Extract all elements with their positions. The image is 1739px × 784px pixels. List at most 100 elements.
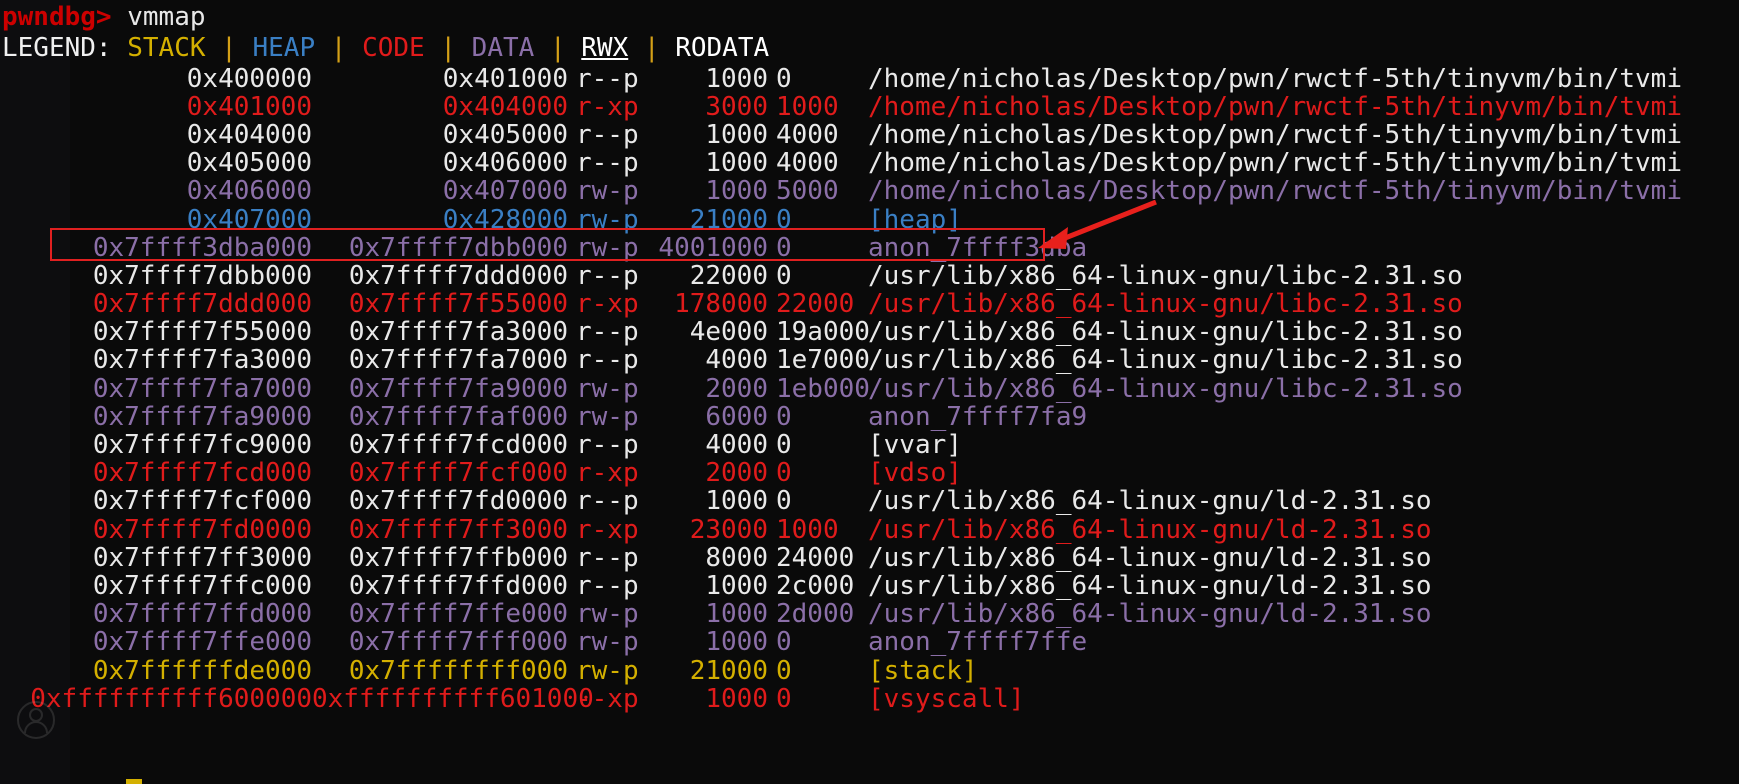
vmmap-cell-end: 0x7ffff7ffe000 [348,599,568,630]
vmmap-cell-offset: 0 [776,430,792,461]
vmmap-cell-end: 0x7ffff7fcd000 [348,430,568,461]
legend-separator-4: | [643,33,660,64]
vmmap-row: 0x7ffff7dbb000 0x7ffff7ddd000 r--p 22000 0/u… [0,262,1739,290]
vmmap-cell-size: 4e000 [689,317,768,348]
vmmap-cell-objfile: [vdso] [868,458,962,489]
vmmap-cell-objfile: /usr/lib/x86_64-linux-gnu/libc-2.31.so [868,289,1463,320]
vmmap-cell-permissions: r-xp [576,458,639,489]
vmmap-cell-start: 0x7ffff7dbb000 [92,260,312,291]
vmmap-cell-permissions: r-xp [576,289,639,320]
vmmap-cell-objfile: /home/nicholas/Desktop/pwn/rwctf-5th/tin… [868,63,1682,94]
vmmap-cell-size: 1000 [705,176,768,207]
vmmap-cell-start: 0x7ffff7fa3000 [92,345,312,376]
vmmap-cell-start: 0x7ffff7fcd000 [92,458,312,489]
legend-gap-7 [534,33,550,63]
vmmap-row: 0x7ffff7fa9000 0x7ffff7faf000 rw-p 6000 0 ano… [0,403,1739,431]
vmmap-row: 0x401000 0x404000 r-xp 3000 1000/home/nichol… [0,93,1739,121]
vmmap-cell-end: 0x7ffff7fd0000 [348,486,568,517]
vmmap-cell-offset: 1000 [776,514,839,545]
vmmap-cell-offset: 24000 [776,542,855,573]
vmmap-cell-end: 0x407000 [442,176,568,207]
legend-gap-6 [456,33,472,63]
vmmap-cell-end: 0xffffffffff601000 [312,683,594,714]
vmmap-row: 0x7ffff7ffd000 0x7ffff7ffe000 rw-p 1000 2d00… [0,600,1739,628]
vmmap-cell-permissions: r-xp [576,91,639,122]
vmmap-cell-start: 0x7ffff7f55000 [92,317,312,348]
vmmap-table: 0x400000 0x401000 r--p 1000 0/home/nicholas/… [0,63,1739,713]
vmmap-cell-permissions: r--p [576,63,639,94]
vmmap-cell-permissions: r--p [576,486,639,517]
vmmap-cell-objfile: anon_7ffff7ffe [868,627,1088,658]
vmmap-cell-end: 0x7ffff7ffb000 [348,542,568,573]
vmmap-cell-permissions: --xp [576,683,639,714]
vmmap-cell-offset: 2c000 [776,570,855,601]
legend-gap-3 [315,33,331,63]
vmmap-row: 0x405000 0x406000 r--p 1000 4000/home/nichol… [0,149,1739,177]
vmmap-cell-offset: 0 [776,486,792,517]
vmmap-row: 0x7ffffffde000 0x7ffffffff000 rw-p 21000 0 [s… [0,655,1739,686]
legend-separator-2: | [440,33,457,64]
legend-gap-8 [566,33,582,63]
vmmap-cell-end: 0x7ffff7dbb000 [348,232,568,263]
vmmap-row: 0x404000 0x405000 r--p 1000 4000/home/nichol… [0,121,1739,149]
vmmap-cell-offset: 2d000 [776,599,855,630]
vmmap-cell-end: 0x405000 [442,119,568,150]
vmmap-cell-objfile: anon_7ffff3dba [868,232,1088,263]
vmmap-cell-objfile: [vvar] [868,430,962,461]
vmmap-cell-permissions: r--p [576,148,639,179]
vmmap-cell-offset: 0 [776,63,792,94]
vmmap-cell-end: 0x7ffffffff000 [348,655,568,686]
vmmap-cell-start: 0x7ffff3dba000 [92,232,312,263]
vmmap-cell-objfile: /usr/lib/x86_64-linux-gnu/libc-2.31.so [868,260,1463,291]
vmmap-cell-size: 21000 [689,204,768,235]
vmmap-cell-start: 0x7ffff7fcf000 [92,486,312,517]
vmmap-cell-end: 0x7ffff7fcf000 [348,458,568,489]
vmmap-cell-start: 0x7ffff7ddd000 [92,289,312,320]
vmmap-cell-end: 0x7ffff7ffd000 [348,570,568,601]
vmmap-cell-permissions: r--p [576,345,639,376]
vmmap-cell-start: 0x7ffff7ffe000 [92,627,312,658]
vmmap-cell-size: 178000 [674,289,768,320]
vmmap-row: 0x7ffff7ffc000 0x7ffff7ffd000 r--p 1000 2c00… [0,572,1739,600]
vmmap-cell-start: 0x7ffff7fd0000 [92,514,312,545]
vmmap-cell-offset: 0 [776,260,792,291]
legend-gap-4 [346,33,362,63]
vmmap-cell-size: 1000 [705,486,768,517]
vmmap-cell-offset: 0 [776,627,792,658]
vmmap-row: 0x7ffff7fc9000 0x7ffff7fcd000 r--p 4000 0 [vv… [0,431,1739,459]
vmmap-row: 0x7ffff7ffe000 0x7ffff7fff000 rw-p 1000 0 ano… [0,628,1739,656]
vmmap-cell-end: 0x7ffff7fa7000 [348,345,568,376]
vmmap-cell-start: 0xffffffffff600000 [30,683,312,714]
vmmap-cell-objfile: /usr/lib/x86_64-linux-gnu/ld-2.31.so [868,486,1432,517]
vmmap-cell-size: 4000 [705,345,768,376]
vmmap-row: 0x7ffff3dba000 0x7ffff7dbb000 rw-p 4001000 0… [0,234,1739,262]
legend-item-stack: STACK [127,33,206,64]
vmmap-cell-objfile: [vsyscall] [868,683,1025,714]
vmmap-row: 0x407000 0x428000 rw-p 21000 0 [heap] [0,204,1739,235]
vmmap-cell-permissions: r--p [576,317,639,348]
bottom-partial-glyph [126,779,142,784]
legend-separator-1: | [330,33,347,64]
vmmap-cell-objfile: anon_7ffff7fa9 [868,401,1088,432]
vmmap-row: 0xffffffffff6000000xffffffffff601000--xp… [0,685,1739,713]
vmmap-cell-permissions: r--p [576,542,639,573]
vmmap-cell-permissions: r--p [576,570,639,601]
vmmap-cell-start: 0x7ffff7ffd000 [92,599,312,630]
vmmap-cell-size: 6000 [705,401,768,432]
vmmap-cell-start: 0x407000 [186,204,312,235]
vmmap-cell-permissions: r--p [576,119,639,150]
vmmap-cell-objfile: /usr/lib/x86_64-linux-gnu/libc-2.31.so [868,317,1463,348]
legend-gap-10 [660,33,676,63]
vmmap-row: 0x7ffff7ff3000 0x7ffff7ffb000 r--p 8000 2400… [0,544,1739,572]
legend-label: LEGEND: [2,33,112,64]
vmmap-row: 0x7ffff7fcf000 0x7ffff7fd0000 r--p 1000 0/us… [0,487,1739,515]
vmmap-cell-offset: 0 [776,683,792,714]
legend-gap-1 [206,33,222,63]
vmmap-row: 0x406000 0x407000 rw-p 1000 5000/home/nichol… [0,177,1739,205]
vmmap-cell-offset: 1eb000 [776,373,870,404]
vmmap-cell-start: 0x400000 [186,63,312,94]
command-text: vmmap [127,2,206,32]
vmmap-cell-objfile: /home/nicholas/Desktop/pwn/rwctf-5th/tin… [868,119,1682,150]
vmmap-cell-offset: 1e7000 [776,345,870,376]
